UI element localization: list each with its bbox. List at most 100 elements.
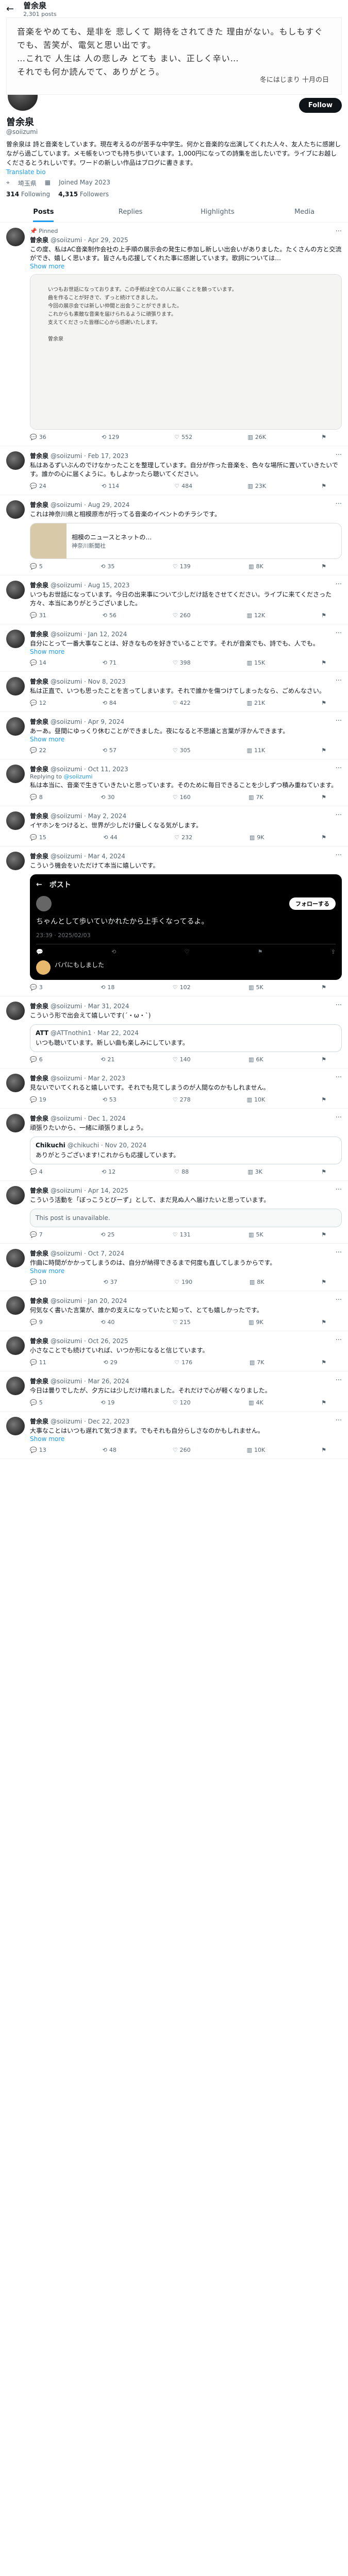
tab-media[interactable]: Media <box>261 202 348 222</box>
tweet-author[interactable]: 曽余泉 <box>30 1186 48 1195</box>
bookmark-button[interactable]: ⚑ <box>321 434 326 440</box>
bookmark-button[interactable]: ⚑ <box>321 834 326 841</box>
reply-button[interactable]: 💬 7 <box>30 1231 43 1238</box>
translate-bio-link[interactable]: Translate bio <box>0 167 348 177</box>
avatar[interactable] <box>6 852 25 870</box>
more-options-icon[interactable]: ··· <box>336 852 342 859</box>
avatar[interactable] <box>6 717 25 736</box>
repost-button[interactable]: ⟲ 25 <box>101 1231 114 1238</box>
like-button[interactable]: ♡ 190 <box>174 1279 192 1285</box>
tweet-image[interactable]: いつもお世話になっております。この手紙は全ての人に届くことを願っています。 曲を… <box>30 274 342 430</box>
reply-button[interactable]: 💬 8 <box>30 794 43 801</box>
bookmark-button[interactable]: ⚑ <box>321 1096 326 1103</box>
tab-highlights[interactable]: Highlights <box>174 202 261 222</box>
views-button[interactable]: ▥ 9K <box>248 1319 263 1326</box>
repost-button[interactable]: ⟲ 29 <box>103 1359 117 1366</box>
reply-button[interactable]: 💬 9 <box>30 1319 43 1326</box>
tweet[interactable]: 曽余泉 @soiizumi · Jan 20, 2024 何気なく書いた言葉が、誰… <box>0 1291 348 1331</box>
repost-button[interactable]: ⟲ 21 <box>101 1056 114 1063</box>
repost-button[interactable]: ⟲ 57 <box>103 747 117 754</box>
more-options-icon[interactable]: ··· <box>336 677 342 685</box>
tab-posts[interactable]: Posts <box>0 202 87 222</box>
avatar[interactable] <box>6 451 25 470</box>
repost-button[interactable]: ⟲ 18 <box>101 984 114 991</box>
profile-banner[interactable]: 音楽をやめても、是非を 悲しくて 期待をされてきた 理由がない。もしもすぐでも、… <box>6 18 342 95</box>
views-button[interactable]: ▥ 3K <box>247 1168 262 1175</box>
views-button[interactable]: ▥ 26K <box>247 434 266 440</box>
repost-button[interactable]: ⟲ 30 <box>101 794 114 801</box>
show-more-link[interactable]: Show more <box>30 263 342 270</box>
tweet-author[interactable]: 曽余泉 <box>30 1417 48 1426</box>
more-options-icon[interactable]: ··· <box>336 1296 342 1304</box>
more-options-icon[interactable]: ··· <box>336 1336 342 1344</box>
tweet-author[interactable]: 曽余泉 <box>30 500 48 509</box>
avatar[interactable] <box>6 1002 25 1020</box>
repost-button[interactable]: ⟲ 19 <box>101 1399 114 1406</box>
avatar[interactable] <box>6 811 25 830</box>
more-options-icon[interactable]: ··· <box>336 717 342 725</box>
tweet-author[interactable]: 曽余泉 <box>30 1002 48 1010</box>
reply-button[interactable]: 💬 19 <box>30 1096 46 1103</box>
avatar[interactable] <box>6 630 25 648</box>
bookmark-button[interactable]: ⚑ <box>321 1168 326 1175</box>
views-button[interactable]: ▥ 8K <box>248 563 263 570</box>
like-button[interactable]: ♡ 422 <box>173 700 191 706</box>
bookmark-button[interactable]: ⚑ <box>321 700 326 706</box>
reply-button[interactable]: 💬 22 <box>30 747 46 754</box>
avatar[interactable] <box>6 1336 25 1355</box>
arrow-left-icon[interactable]: ← <box>6 4 14 14</box>
tweet[interactable]: 曽余泉 @soiizumi · Aug 29, 2024 これは神奈川県と相模原市… <box>0 495 348 575</box>
tweet[interactable]: 曽余泉 @soiizumi · May 2, 2024 イヤホンをつけると、世界が… <box>0 806 348 846</box>
more-options-icon[interactable]: ··· <box>336 811 342 819</box>
bookmark-button[interactable]: ⚑ <box>321 612 326 619</box>
bookmark-button[interactable]: ⚑ <box>321 1279 326 1285</box>
show-more-link[interactable]: Show more <box>30 736 342 743</box>
show-more-link[interactable]: Show more <box>30 648 342 655</box>
tweet-author[interactable]: 曽余泉 <box>30 1114 48 1123</box>
like-button[interactable]: ♡ 88 <box>174 1168 189 1175</box>
like-button[interactable]: ♡ 102 <box>173 984 191 991</box>
bookmark-button[interactable]: ⚑ <box>321 984 326 991</box>
reply-button[interactable]: 💬 31 <box>30 612 46 619</box>
like-button[interactable]: ♡ 552 <box>174 434 192 440</box>
views-button[interactable]: ▥ 5K <box>248 1231 263 1238</box>
reply-button[interactable]: 💬 13 <box>30 1447 46 1453</box>
more-options-icon[interactable]: ··· <box>336 1074 342 1081</box>
tweet[interactable]: 曽余泉 @soiizumi · Dec 22, 2023 大事なことはいつも遅れて… <box>0 1412 348 1459</box>
tweet-author[interactable]: 曽余泉 <box>30 235 48 244</box>
tweet[interactable]: 📌 Pinned 曽余泉 @soiizumi · Apr 29, 2025 この度… <box>0 223 348 446</box>
repost-button[interactable]: ⟲ 35 <box>101 563 114 570</box>
repost-button[interactable]: ⟲ 40 <box>101 1319 114 1326</box>
avatar[interactable] <box>6 765 25 783</box>
tweet-author[interactable]: 曽余泉 <box>30 1074 48 1082</box>
reply-button[interactable]: 💬 12 <box>30 700 46 706</box>
tweet[interactable]: 曽余泉 @soiizumi · Aug 15, 2023 いつもお世話になっていま… <box>0 575 348 624</box>
bookmark-button[interactable]: ⚑ <box>321 1447 326 1453</box>
more-options-icon[interactable]: ··· <box>336 765 342 772</box>
bookmark-button[interactable]: ⚑ <box>321 1399 326 1406</box>
tweet-author[interactable]: 曽余泉 <box>30 1296 48 1305</box>
follow-button[interactable]: Follow <box>299 98 342 113</box>
bookmark-button[interactable]: ⚑ <box>321 659 326 666</box>
like-button[interactable]: ♡ 260 <box>173 612 191 619</box>
views-button[interactable]: ▥ 21K <box>247 700 266 706</box>
repost-button[interactable]: ⟲ 56 <box>103 612 117 619</box>
more-options-icon[interactable]: ··· <box>336 1377 342 1384</box>
more-options-icon[interactable]: ··· <box>336 1417 342 1425</box>
more-options-icon[interactable]: ··· <box>336 630 342 637</box>
views-button[interactable]: ▥ 9K <box>250 834 264 841</box>
bookmark-button[interactable]: ⚑ <box>321 563 326 570</box>
tweet[interactable]: 曽余泉 @soiizumi · Apr 14, 2025 こういう活動を「ぼっこう… <box>0 1181 348 1244</box>
more-options-icon[interactable]: ··· <box>336 228 342 235</box>
avatar[interactable] <box>6 1377 25 1395</box>
like-button[interactable]: ♡ 131 <box>173 1231 191 1238</box>
tweet[interactable]: 曽余泉 @soiizumi · Oct 26, 2025 小さなことでも続けていれ… <box>0 1331 348 1371</box>
tweet[interactable]: 曽余泉 @soiizumi · Mar 26, 2024 今日は曇りでしたが、夕方… <box>0 1371 348 1412</box>
repost-button[interactable]: ⟲ 114 <box>102 483 119 489</box>
avatar[interactable] <box>6 1417 25 1435</box>
bookmark-button[interactable]: ⚑ <box>321 794 326 801</box>
reply-button[interactable]: 💬 10 <box>30 1279 46 1285</box>
reply-button[interactable]: 💬 3 <box>30 984 43 991</box>
tweet[interactable]: 曽余泉 @soiizumi · Apr 9, 2024 あーあ。昼間にゆっくり休む… <box>0 712 348 759</box>
more-options-icon[interactable]: ··· <box>336 1249 342 1257</box>
